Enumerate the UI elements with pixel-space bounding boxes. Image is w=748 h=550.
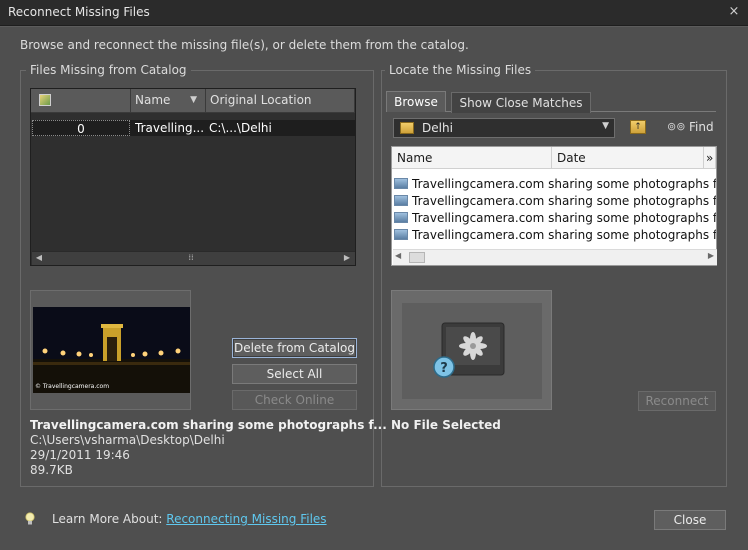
image-icon bbox=[39, 94, 51, 106]
up-folder-icon[interactable]: ↑ bbox=[630, 120, 646, 134]
file-name: Travellingcamera.com sharing some photog… bbox=[412, 194, 716, 208]
lightbulb-icon bbox=[25, 512, 35, 525]
scroll-thumb[interactable] bbox=[409, 252, 425, 263]
reconnect-button[interactable]: Reconnect bbox=[638, 391, 716, 411]
list-item[interactable]: Travellingcamera.com sharing some photog… bbox=[394, 227, 716, 244]
preview-frame: ? bbox=[391, 290, 552, 410]
binoculars-icon[interactable]: ⊚⊚ bbox=[667, 121, 685, 133]
scroll-right-icon[interactable]: ▶ bbox=[708, 251, 714, 260]
table-row[interactable]: 0 Travelling... C:\...\Delhi bbox=[32, 120, 355, 136]
scroll-left-icon[interactable]: ◀ bbox=[395, 251, 401, 260]
image-file-icon bbox=[394, 178, 408, 189]
horizontal-scrollbar[interactable]: ◀ ⁞⁞ ▶ bbox=[32, 251, 355, 265]
tab-browse[interactable]: Browse bbox=[386, 91, 446, 112]
folder-file-list: Name Date » Travellingcamera.com sharing… bbox=[391, 146, 717, 266]
name-column-label: Name bbox=[135, 93, 171, 107]
list-item[interactable]: Travellingcamera.com sharing some photog… bbox=[394, 210, 716, 227]
image-file-icon bbox=[394, 212, 408, 223]
row-index: 0 bbox=[32, 120, 130, 136]
file-name: Travellingcamera.com sharing some photog… bbox=[412, 211, 716, 225]
file-thumbnail-frame: © Travellingcamera.com bbox=[30, 290, 191, 410]
file-thumbnail: © Travellingcamera.com bbox=[33, 307, 190, 393]
scroll-grip-icon[interactable]: ⁞⁞ bbox=[184, 252, 198, 264]
file-info-title: Travellingcamera.com sharing some photog… bbox=[30, 418, 387, 432]
list-item[interactable]: Travellingcamera.com sharing some photog… bbox=[394, 193, 716, 210]
missing-files-group-title: Files Missing from Catalog bbox=[26, 63, 191, 77]
chevron-down-icon: ▼ bbox=[602, 121, 609, 131]
file-info-date: 29/1/2011 19:46 bbox=[30, 448, 130, 462]
dialog-title: Reconnect Missing Files bbox=[8, 5, 150, 19]
scroll-right-icon[interactable]: ▶ bbox=[340, 252, 354, 264]
no-file-selected-label: No File Selected bbox=[391, 418, 501, 432]
row-location: C:\...\Delhi bbox=[209, 121, 272, 135]
thumbnail-column-header[interactable] bbox=[31, 89, 131, 113]
more-columns-icon[interactable]: » bbox=[704, 147, 716, 169]
location-column-header[interactable]: Original Location bbox=[206, 89, 355, 113]
row-name: Travelling... bbox=[135, 121, 205, 135]
file-name: Travellingcamera.com sharing some photog… bbox=[412, 177, 716, 191]
image-file-icon bbox=[394, 229, 408, 240]
folder-dropdown[interactable]: Delhi ▼ bbox=[393, 118, 615, 138]
reconnecting-missing-files-link[interactable]: Reconnecting Missing Files bbox=[166, 512, 326, 526]
name-column-header[interactable]: Name bbox=[392, 147, 552, 169]
list-item[interactable]: Travellingcamera.com sharing some photog… bbox=[394, 176, 716, 193]
folder-name: Delhi bbox=[422, 121, 453, 135]
sort-down-icon: ▼ bbox=[190, 95, 197, 105]
missing-image-icon: ? bbox=[433, 322, 505, 378]
scroll-left-icon[interactable]: ◀ bbox=[32, 252, 46, 264]
file-name: Travellingcamera.com sharing some photog… bbox=[412, 228, 716, 242]
image-file-icon bbox=[394, 195, 408, 206]
name-column-header[interactable]: Name ▼ bbox=[131, 89, 206, 113]
thumbnail-caption: © Travellingcamera.com bbox=[35, 383, 110, 390]
file-info-size: 89.7KB bbox=[30, 463, 73, 477]
locate-files-group-title: Locate the Missing Files bbox=[385, 63, 536, 77]
svg-text:?: ? bbox=[440, 361, 448, 376]
learn-more-label: Learn More About: bbox=[52, 512, 163, 526]
preview-placeholder: ? bbox=[402, 303, 542, 399]
folder-icon bbox=[400, 122, 414, 134]
file-info-path: C:\Users\vsharma\Desktop\Delhi bbox=[30, 433, 225, 447]
date-column-header[interactable]: Date bbox=[552, 147, 704, 169]
close-icon[interactable]: × bbox=[726, 4, 742, 20]
check-online-button[interactable]: Check Online bbox=[232, 390, 357, 410]
location-column-label: Original Location bbox=[210, 93, 312, 107]
learn-more-text: Learn More About: Reconnecting Missing F… bbox=[52, 512, 327, 526]
horizontal-scrollbar[interactable]: ◀ ▶ bbox=[393, 249, 717, 265]
india-gate-night-image bbox=[33, 307, 190, 393]
close-button[interactable]: Close bbox=[654, 510, 726, 530]
missing-files-table: Name ▼ Original Location 0 Travelling...… bbox=[30, 88, 356, 266]
select-all-button[interactable]: Select All bbox=[232, 364, 357, 384]
delete-from-catalog-button[interactable]: Delete from Catalog bbox=[232, 338, 357, 358]
tab-show-close-matches[interactable]: Show Close Matches bbox=[451, 92, 591, 113]
find-button[interactable]: Find bbox=[689, 120, 714, 134]
instructions-text: Browse and reconnect the missing file(s)… bbox=[20, 38, 469, 52]
